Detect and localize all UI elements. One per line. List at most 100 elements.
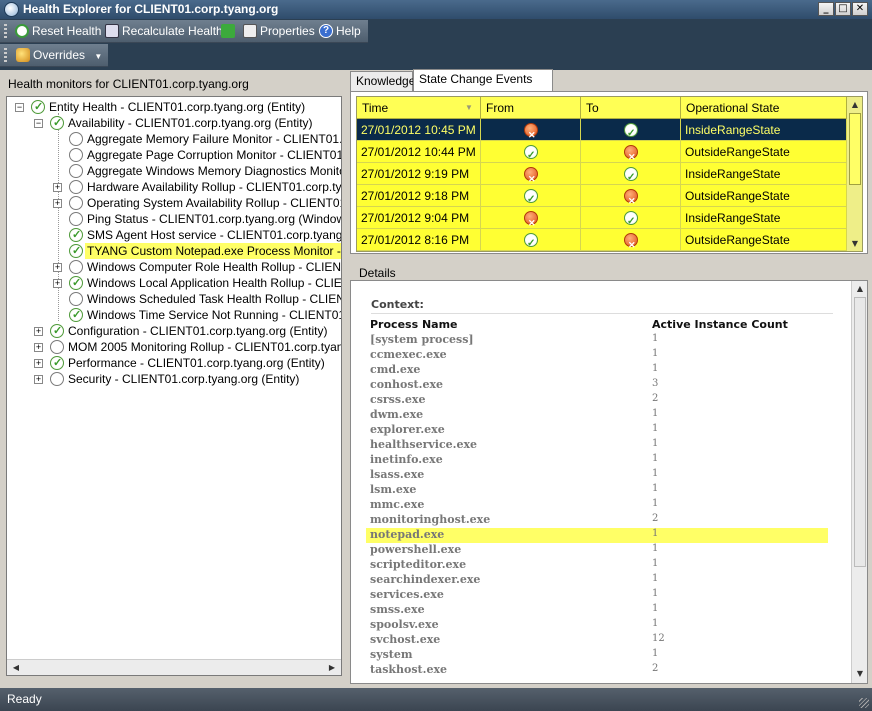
- resize-grip[interactable]: [859, 698, 869, 708]
- tree-item-label: TYANG Custom Notepad.exe Process Monitor…: [85, 243, 341, 259]
- tree-item[interactable]: Aggregate Page Corruption Monitor - CLIE…: [7, 147, 341, 163]
- expand-icon[interactable]: +: [34, 327, 43, 336]
- event-row[interactable]: 27/01/2012 9:18 PM OutsideRangeState: [357, 185, 847, 212]
- tree-item[interactable]: + Security - CLIENT01.corp.tyang.org (Ent…: [7, 371, 341, 387]
- expand-icon[interactable]: +: [34, 343, 43, 352]
- scroll-down-icon[interactable]: ▼: [848, 237, 862, 251]
- expand-icon[interactable]: +: [34, 375, 43, 384]
- tree-item-label: Aggregate Memory Failure Monitor - CLIEN…: [87, 132, 342, 146]
- reset-health-button[interactable]: Reset Health: [15, 23, 101, 40]
- details-vertical-scrollbar[interactable]: ▲ ▼: [851, 281, 867, 683]
- tree-item[interactable]: SMS Agent Host service - CLIENT01.corp.t…: [7, 227, 341, 243]
- scroll-right-icon[interactable]: ▶: [325, 661, 339, 675]
- column-header-time[interactable]: Time ▼: [357, 97, 481, 119]
- tree-item[interactable]: Aggregate Windows Memory Diagnostics Mon…: [7, 163, 341, 179]
- critical-state-icon: [624, 233, 638, 251]
- expand-icon[interactable]: +: [34, 359, 43, 368]
- event-state: InsideRangeState: [681, 163, 847, 185]
- process-name: taskhost.exe: [370, 663, 448, 676]
- tree-item-label: Operating System Availability Rollup - C…: [87, 196, 341, 210]
- process-count: 1: [652, 558, 659, 569]
- expand-icon[interactable]: +: [53, 199, 62, 208]
- state-change-grid[interactable]: Time ▼ From To Operational State ▲ ▼ 27/…: [356, 96, 863, 252]
- grid-scroll-thumb[interactable]: [849, 113, 861, 185]
- tree-item-label: Windows Local Application Health Rollup …: [87, 276, 342, 290]
- maximize-button[interactable]: □: [835, 2, 851, 16]
- process-count: 1: [652, 363, 659, 374]
- tree-item[interactable]: + Windows Computer Role Health Rollup - C…: [7, 259, 341, 275]
- process-row: taskhost.exe 2: [366, 663, 828, 678]
- toolbar-grip[interactable]: [4, 24, 7, 39]
- help-label: Help: [336, 24, 361, 38]
- tree-item[interactable]: + Windows Local Application Health Rollup…: [7, 275, 341, 291]
- recalculate-health-button[interactable]: Recalculate Health: [105, 23, 223, 40]
- scroll-up-icon[interactable]: ▲: [848, 98, 862, 112]
- status-text: Ready: [7, 692, 42, 706]
- scroll-down-icon[interactable]: ▼: [853, 667, 867, 681]
- event-row[interactable]: 27/01/2012 8:16 PM OutsideRangeState: [357, 229, 847, 251]
- tree-item[interactable]: + Performance - CLIENT01.corp.tyang.org (…: [7, 355, 341, 371]
- grid-header: Time ▼ From To Operational State: [357, 97, 847, 119]
- tree-item[interactable]: Windows Scheduled Task Health Rollup - C…: [7, 291, 341, 307]
- unmonitored-state-icon: [69, 196, 83, 210]
- tree-item[interactable]: TYANG Custom Notepad.exe Process Monitor…: [7, 243, 341, 259]
- process-name: lsm.exe: [370, 483, 417, 496]
- grid-vertical-scrollbar[interactable]: ▲ ▼: [846, 97, 862, 251]
- recalculate-icon: [105, 24, 119, 38]
- process-row: searchindexer.exe 1: [366, 573, 828, 588]
- process-count: 2: [652, 513, 659, 524]
- minimize-button[interactable]: _: [818, 2, 834, 16]
- toolbar-grip[interactable]: [4, 48, 7, 63]
- process-row: explorer.exe 1: [366, 423, 828, 438]
- properties-button[interactable]: Properties: [243, 23, 315, 40]
- scroll-left-icon[interactable]: ◀: [9, 661, 23, 675]
- help-button[interactable]: ? Help: [319, 23, 361, 40]
- refresh-button[interactable]: [221, 23, 235, 40]
- event-row[interactable]: 27/01/2012 10:45 PM InsideRangeState: [357, 119, 847, 146]
- process-row: scripteditor.exe 1: [366, 558, 828, 573]
- healthy-state-icon: [50, 323, 64, 339]
- column-header-operational-state[interactable]: Operational State: [681, 97, 847, 119]
- tree-item[interactable]: − Availability - CLIENT01.corp.tyang.org …: [7, 115, 341, 131]
- tree-item[interactable]: + Configuration - CLIENT01.corp.tyang.org…: [7, 323, 341, 339]
- tree-item[interactable]: + Operating System Availability Rollup - …: [7, 195, 341, 211]
- process-count: 1: [652, 498, 659, 509]
- context-heading: Context:: [371, 298, 424, 311]
- event-row[interactable]: 27/01/2012 10:44 PM OutsideRangeState: [357, 141, 847, 168]
- expand-icon[interactable]: +: [53, 279, 62, 288]
- tree-item-label: Windows Time Service Not Running - CLIEN…: [87, 308, 342, 322]
- process-row: system 1: [366, 648, 828, 663]
- process-name: ccmexec.exe: [370, 348, 447, 361]
- collapse-icon[interactable]: −: [34, 119, 43, 128]
- tab-knowledge[interactable]: Knowledge: [350, 71, 415, 91]
- tree-item[interactable]: + MOM 2005 Monitoring Rollup - CLIENT01.c…: [7, 339, 341, 355]
- expand-icon[interactable]: +: [53, 183, 62, 192]
- tree-horizontal-scrollbar[interactable]: ◀ ▶: [7, 659, 341, 675]
- context-divider: [371, 313, 833, 314]
- process-row: mmc.exe 1: [366, 498, 828, 513]
- column-header-to[interactable]: To: [581, 97, 681, 119]
- close-button[interactable]: ✕: [852, 2, 868, 16]
- process-row: inetinfo.exe 1: [366, 453, 828, 468]
- health-monitor-tree[interactable]: ◀ ▶ −Entity Health - CLIENT01.corp.tyang…: [6, 96, 342, 676]
- process-row: lsm.exe 1: [366, 483, 828, 498]
- scroll-up-icon[interactable]: ▲: [853, 282, 867, 296]
- event-row[interactable]: 27/01/2012 9:19 PM InsideRangeState: [357, 163, 847, 190]
- healthy-state-icon: [69, 275, 83, 291]
- expand-icon[interactable]: +: [53, 263, 62, 272]
- tree-item[interactable]: + Hardware Availability Rollup - CLIENT01…: [7, 179, 341, 195]
- tree-item[interactable]: − Entity Health - CLIENT01.corp.tyang.org…: [7, 99, 341, 115]
- healthy-state-icon: [624, 123, 638, 145]
- details-scroll-thumb[interactable]: [854, 297, 866, 567]
- process-count: 1: [652, 408, 659, 419]
- tree-item[interactable]: Aggregate Memory Failure Monitor - CLIEN…: [7, 131, 341, 147]
- column-header-from[interactable]: From: [481, 97, 581, 119]
- tab-state-change-events[interactable]: State Change Events (11): [413, 69, 553, 104]
- overrides-button[interactable]: Overrides ▼: [16, 47, 102, 64]
- process-count: 1: [652, 648, 659, 659]
- event-row[interactable]: 27/01/2012 9:04 PM InsideRangeState: [357, 207, 847, 234]
- collapse-icon[interactable]: −: [15, 103, 24, 112]
- tree-item[interactable]: Windows Time Service Not Running - CLIEN…: [7, 307, 341, 323]
- help-icon: ?: [319, 24, 333, 38]
- tree-item[interactable]: Ping Status - CLIENT01.corp.tyang.org (W…: [7, 211, 341, 227]
